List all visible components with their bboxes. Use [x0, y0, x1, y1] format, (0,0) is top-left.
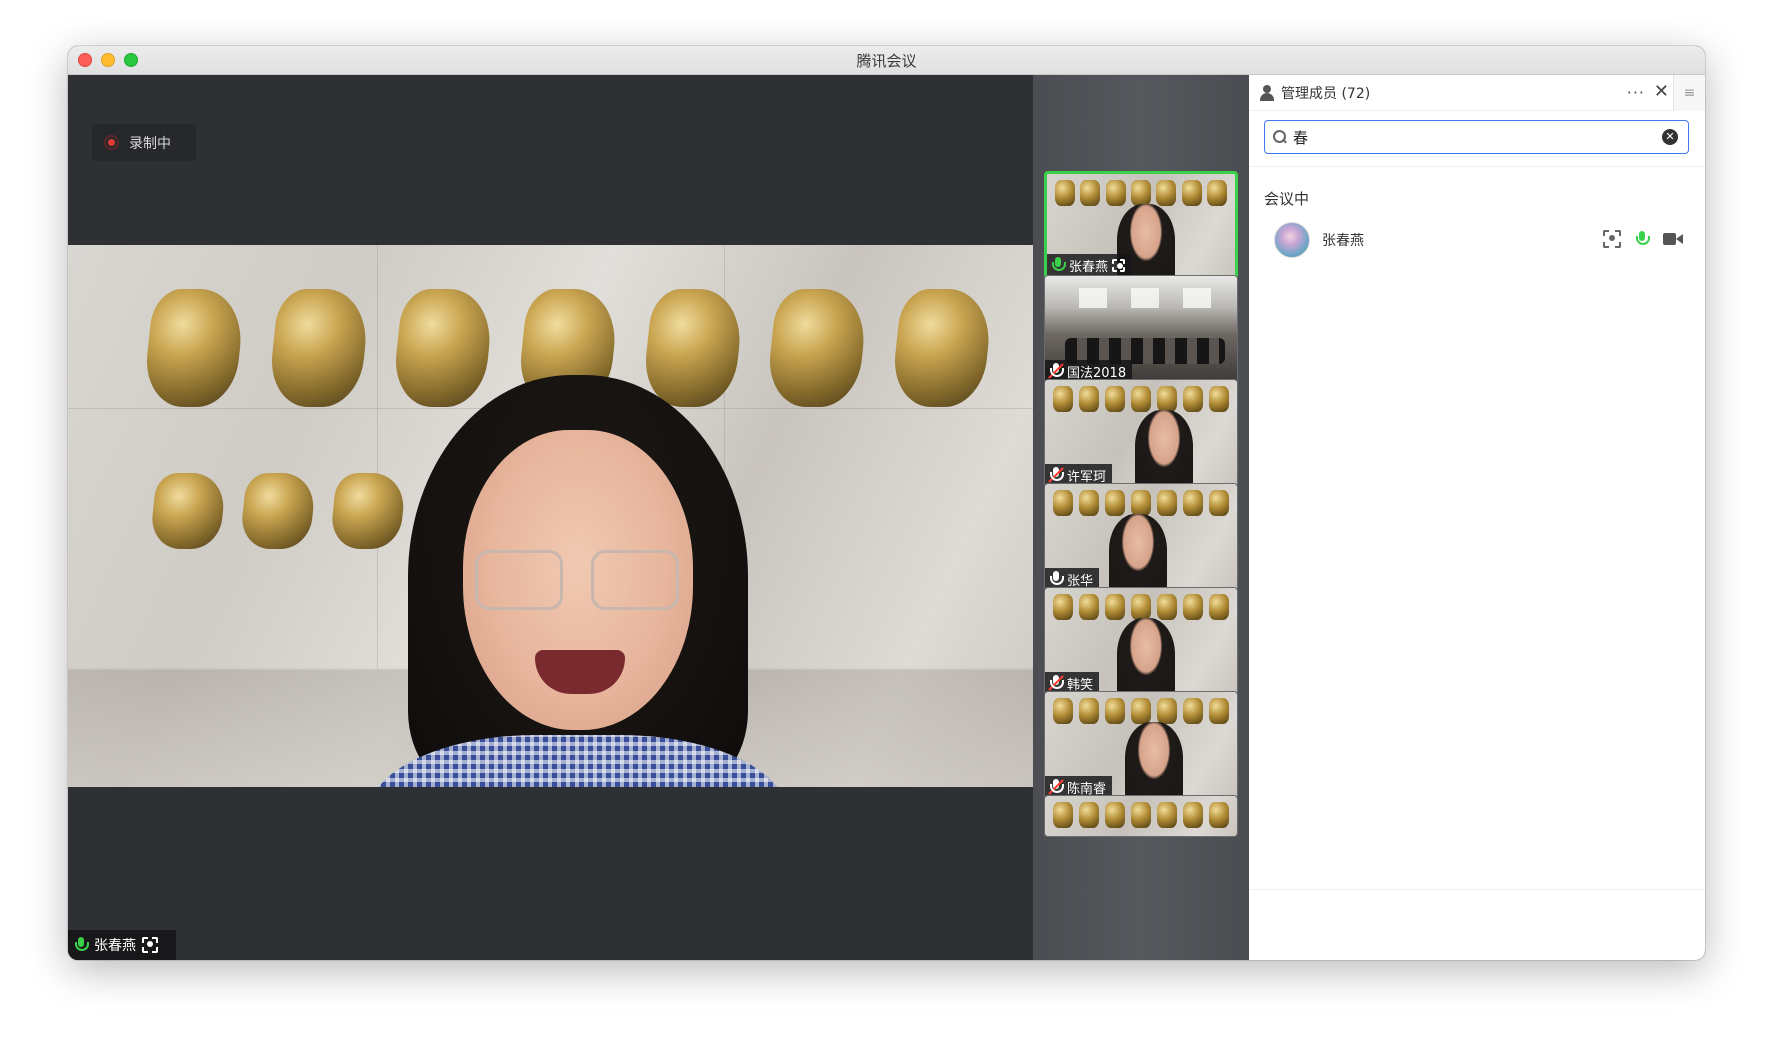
- member-search-field[interactable]: ✕: [1264, 120, 1689, 154]
- calligraphy-glyph: [765, 289, 870, 407]
- minimize-window-button[interactable]: [101, 53, 115, 67]
- thumb-person: [1109, 514, 1167, 590]
- member-search-input[interactable]: [1293, 128, 1643, 146]
- side-menu-button[interactable]: ≡: [1673, 75, 1705, 111]
- panel-footer-divider: [1249, 889, 1705, 890]
- calligraphy-glyph: [889, 289, 995, 407]
- mic-icon: [1049, 571, 1064, 587]
- mic-on-icon: [74, 937, 89, 953]
- calligraphy-glyph: [141, 289, 247, 407]
- mic-muted-icon: [1048, 779, 1064, 795]
- thumb-name: 韩笑: [1067, 677, 1094, 693]
- main-speaker-name: 张春燕: [94, 938, 136, 954]
- thumb-name: 张春燕: [1069, 259, 1109, 275]
- thumb-name: 陈南睿: [1067, 781, 1107, 797]
- mic-muted-icon: [1048, 467, 1064, 483]
- thumb-name-tag: 张春燕: [1047, 254, 1132, 276]
- member-row[interactable]: 张春燕: [1249, 215, 1705, 265]
- avatar: [1274, 222, 1310, 258]
- focus-icon: [1112, 258, 1126, 272]
- thumb-person: [1135, 410, 1193, 486]
- clear-search-icon[interactable]: ✕: [1662, 129, 1678, 145]
- thumbnail-tile[interactable]: 韩笑: [1044, 587, 1238, 695]
- thumb-name: 张华: [1067, 573, 1094, 589]
- thumbnail-strip[interactable]: 张春燕 国法2018 许军珂 张华 韩笑 陈南睿: [1033, 75, 1249, 960]
- thumb-person: [1117, 618, 1175, 694]
- close-panel-icon[interactable]: ✕: [1654, 81, 1669, 102]
- glasses-lens: [591, 550, 679, 610]
- window-controls: [78, 53, 138, 67]
- speaker-mouth: [535, 650, 625, 694]
- thumbnail-tile[interactable]: 张春燕: [1044, 171, 1238, 279]
- glasses-lens: [475, 550, 563, 610]
- main-speaker-video[interactable]: [68, 245, 1033, 787]
- calligraphy-glyph: [239, 473, 317, 549]
- calligraphy-glyph: [266, 289, 371, 407]
- more-options-icon[interactable]: ···: [1627, 83, 1645, 102]
- member-panel: 管理成员 (72) ··· ✕ ≡ ✕ 会议中 张春燕: [1249, 75, 1705, 960]
- member-name: 张春燕: [1322, 233, 1364, 249]
- search-icon: [1273, 130, 1287, 144]
- recording-dot-icon: [104, 135, 119, 150]
- main-stage[interactable]: 录制中 张春燕: [68, 75, 1033, 960]
- thumbnail-tile[interactable]: 张华: [1044, 483, 1238, 591]
- maximize-window-button[interactable]: [124, 53, 138, 67]
- room-lights: [1055, 288, 1227, 308]
- thumbnail-tile[interactable]: 陈南睿: [1044, 691, 1238, 799]
- divider: [1249, 166, 1705, 167]
- recording-label: 录制中: [129, 135, 171, 152]
- thumb-name: 国法2018: [1067, 365, 1127, 381]
- recording-badge[interactable]: 录制中: [92, 124, 196, 161]
- title-bar: 腾讯会议: [68, 46, 1705, 75]
- thumbnail-tile[interactable]: 许军珂: [1044, 379, 1238, 487]
- window-title: 腾讯会议: [856, 51, 917, 70]
- thumb-calligraphy: [1053, 386, 1229, 416]
- calligraphy-glyph: [149, 473, 227, 549]
- thumbnail-tile[interactable]: 国法2018: [1044, 275, 1238, 383]
- member-panel-header: 管理成员 (72) ··· ✕ ≡: [1249, 75, 1705, 111]
- menu-icon: ≡: [1683, 85, 1696, 101]
- member-panel-title: 管理成员 (72): [1281, 85, 1371, 102]
- focus-icon: [142, 937, 158, 953]
- focus-icon[interactable]: [1603, 230, 1621, 248]
- main-speaker-name-tag: 张春燕: [68, 930, 176, 960]
- speaker-figure: [368, 375, 788, 787]
- speaker-face: [463, 430, 693, 730]
- mic-on-icon[interactable]: [1635, 231, 1650, 247]
- in-meeting-section-label: 会议中: [1264, 190, 1310, 208]
- thumb-name: 许军珂: [1067, 469, 1107, 485]
- camera-icon[interactable]: [1663, 232, 1683, 246]
- member-status-icons: [1603, 230, 1683, 248]
- mic-muted-icon: [1048, 675, 1064, 691]
- thumb-person: [1125, 722, 1183, 798]
- mic-on-icon: [1051, 257, 1066, 273]
- thumbnail-tile[interactable]: [1044, 795, 1238, 837]
- person-icon: [1259, 84, 1275, 101]
- calligraphy-glyph: [329, 473, 407, 549]
- thumb-calligraphy: [1053, 802, 1229, 832]
- mic-muted-icon: [1048, 363, 1064, 379]
- close-window-button[interactable]: [78, 53, 92, 67]
- meeting-window: 腾讯会议 录制中 张春燕 张春燕 国法2018 许军珂 张华 韩笑 陈南睿 管理…: [68, 46, 1705, 960]
